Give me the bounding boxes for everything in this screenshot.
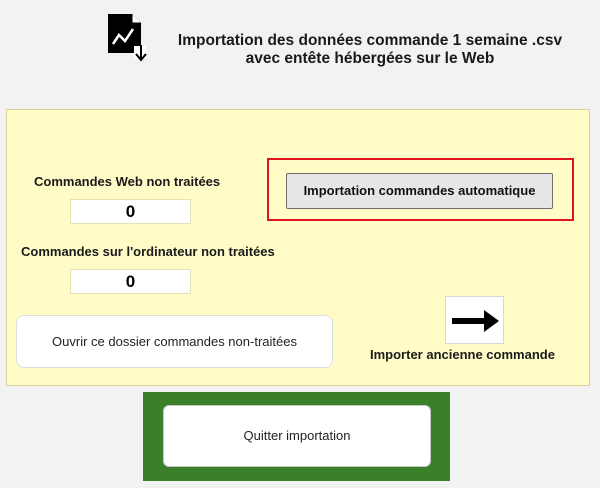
- csv-import-chart-icon: [107, 13, 149, 63]
- import-old-order-button[interactable]: [445, 296, 504, 344]
- auto-import-button[interactable]: Importation commandes automatique: [286, 173, 553, 209]
- page-title: Importation des données commande 1 semai…: [160, 32, 580, 68]
- import-old-order-label[interactable]: Importer ancienne commande: [370, 347, 555, 362]
- quit-import-button[interactable]: Quitter importation: [163, 405, 431, 467]
- computer-orders-count: 0: [70, 269, 191, 294]
- open-folder-button[interactable]: Ouvrir ce dossier commandes non-traitées: [16, 315, 333, 368]
- web-orders-count: 0: [70, 199, 191, 224]
- arrow-right-icon: [452, 310, 499, 332]
- computer-orders-label: Commandes sur l'ordinateur non traitées: [21, 244, 275, 259]
- web-orders-label: Commandes Web non traitées: [34, 174, 221, 189]
- title-line-1: Importation des données commande 1 semai…: [177, 32, 563, 49]
- title-line-2: avec entête hébergées sur le Web: [245, 50, 495, 67]
